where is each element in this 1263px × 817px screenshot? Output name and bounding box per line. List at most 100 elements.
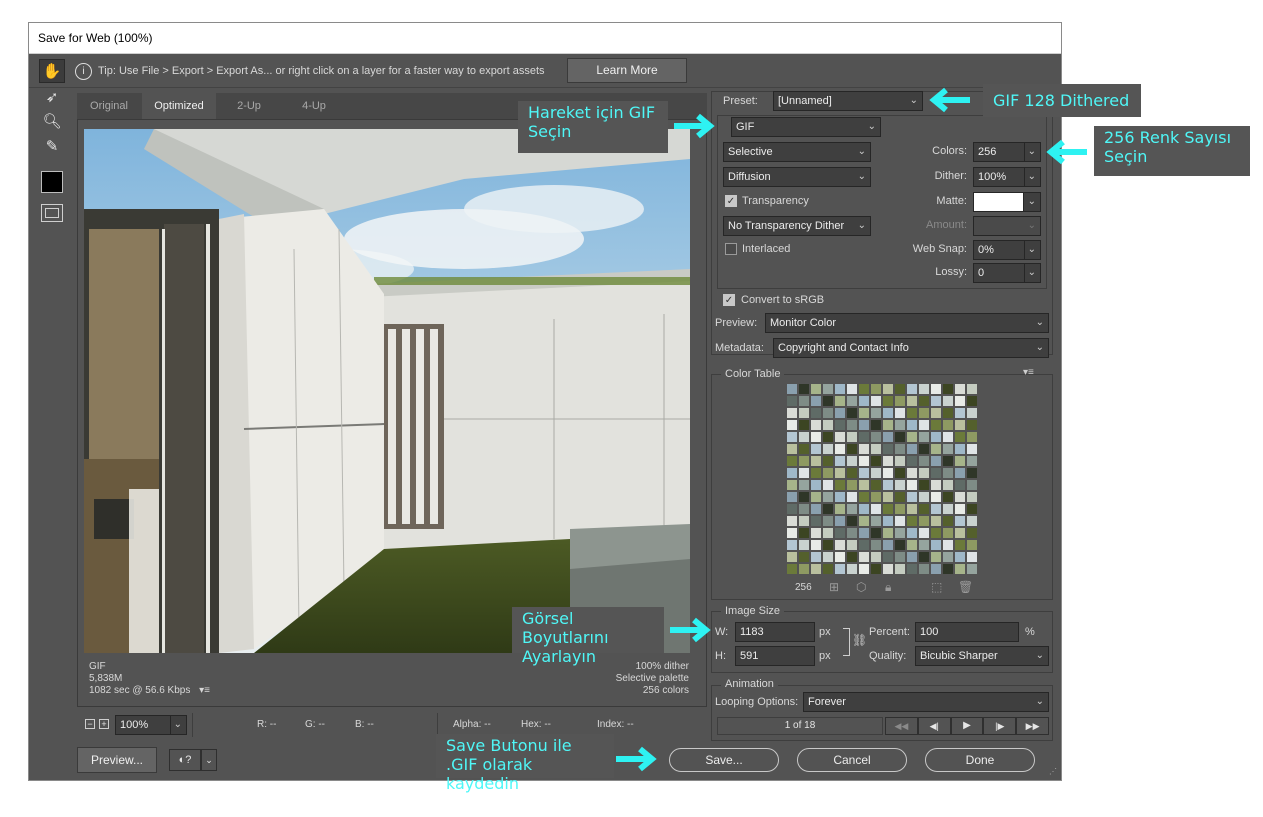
color-swatch[interactable] xyxy=(955,384,965,394)
color-swatch[interactable] xyxy=(895,456,905,466)
color-swatch[interactable] xyxy=(931,516,941,526)
zoom-tool-icon[interactable]: 🔍︎ xyxy=(40,110,64,132)
color-swatch[interactable] xyxy=(943,444,953,454)
color-swatch[interactable] xyxy=(919,480,929,490)
color-swatch[interactable] xyxy=(823,420,833,430)
color-swatch[interactable] xyxy=(823,516,833,526)
color-swatch[interactable] xyxy=(919,396,929,406)
color-swatch[interactable] xyxy=(907,504,917,514)
color-swatch[interactable] xyxy=(847,516,857,526)
color-swatch[interactable] xyxy=(811,396,821,406)
color-swatch[interactable] xyxy=(967,396,977,406)
zoom-in-icon[interactable]: + xyxy=(99,719,109,729)
color-swatch[interactable] xyxy=(943,552,953,562)
color-swatch[interactable] xyxy=(919,504,929,514)
play-icon[interactable]: ▶ xyxy=(950,717,984,735)
color-swatch[interactable] xyxy=(859,420,869,430)
color-swatch[interactable] xyxy=(835,516,845,526)
color-swatch[interactable] xyxy=(823,480,833,490)
color-swatch[interactable] xyxy=(955,540,965,550)
color-table-grid[interactable] xyxy=(787,384,979,576)
color-swatch[interactable] xyxy=(955,432,965,442)
transparency-checkbox[interactable]: ✓ xyxy=(725,195,737,207)
color-swatch[interactable] xyxy=(895,540,905,550)
color-swatch[interactable] xyxy=(883,396,893,406)
metadata-select[interactable]: Copyright and Contact Info ⌄ xyxy=(773,338,1049,358)
color-swatch[interactable] xyxy=(847,456,857,466)
color-swatch[interactable] xyxy=(799,552,809,562)
color-swatch[interactable] xyxy=(931,396,941,406)
color-swatch[interactable] xyxy=(871,540,881,550)
tab-2-up[interactable]: 2-Up xyxy=(217,93,281,119)
color-swatch[interactable] xyxy=(871,528,881,538)
color-swatch[interactable] xyxy=(859,468,869,478)
color-swatch[interactable] xyxy=(907,456,917,466)
color-swatch[interactable] xyxy=(919,420,929,430)
color-swatch[interactable] xyxy=(859,540,869,550)
color-swatch[interactable] xyxy=(859,564,869,574)
color-swatch[interactable] xyxy=(943,432,953,442)
web-shift-icon[interactable]: ⬡ xyxy=(856,580,866,594)
optimized-image-preview[interactable] xyxy=(84,129,690,653)
color-swatch[interactable] xyxy=(847,528,857,538)
color-swatch[interactable] xyxy=(847,564,857,574)
color-swatch[interactable] xyxy=(871,456,881,466)
color-swatch[interactable] xyxy=(895,564,905,574)
slice-select-tool-icon[interactable]: ➶ xyxy=(40,86,64,108)
color-swatch[interactable] xyxy=(967,456,977,466)
color-swatch[interactable] xyxy=(823,564,833,574)
color-swatch[interactable] xyxy=(907,564,917,574)
color-swatch[interactable] xyxy=(811,564,821,574)
color-swatch[interactable] xyxy=(907,420,917,430)
color-swatch[interactable] xyxy=(787,396,797,406)
color-swatch[interactable] xyxy=(835,480,845,490)
color-swatch[interactable] xyxy=(943,408,953,418)
color-swatch[interactable] xyxy=(799,432,809,442)
color-swatch[interactable] xyxy=(787,552,797,562)
color-swatch[interactable] xyxy=(931,468,941,478)
color-swatch[interactable] xyxy=(871,468,881,478)
color-swatch[interactable] xyxy=(895,396,905,406)
color-swatch[interactable] xyxy=(811,384,821,394)
color-swatch[interactable] xyxy=(871,552,881,562)
color-swatch[interactable] xyxy=(847,504,857,514)
color-swatch[interactable] xyxy=(859,456,869,466)
color-swatch[interactable] xyxy=(931,564,941,574)
color-swatch[interactable] xyxy=(967,504,977,514)
color-swatch[interactable] xyxy=(931,552,941,562)
color-swatch[interactable] xyxy=(931,384,941,394)
color-swatch[interactable] xyxy=(895,468,905,478)
convert-srgb-checkbox[interactable]: ✓ xyxy=(723,294,735,306)
color-swatch[interactable] xyxy=(859,408,869,418)
color-swatch[interactable] xyxy=(943,540,953,550)
color-swatch[interactable] xyxy=(907,384,917,394)
color-swatch[interactable] xyxy=(847,420,857,430)
color-swatch[interactable] xyxy=(931,432,941,442)
color-swatch[interactable] xyxy=(883,420,893,430)
color-swatch[interactable] xyxy=(943,492,953,502)
color-swatch[interactable] xyxy=(943,480,953,490)
color-swatch[interactable] xyxy=(811,480,821,490)
color-swatch[interactable] xyxy=(919,552,929,562)
color-swatch[interactable] xyxy=(895,492,905,502)
eyedropper-tool-icon[interactable]: ✎ xyxy=(40,135,64,157)
color-swatch[interactable] xyxy=(955,504,965,514)
color-swatch[interactable] xyxy=(883,540,893,550)
color-swatch[interactable] xyxy=(835,384,845,394)
tab-optimized[interactable]: Optimized xyxy=(142,93,216,119)
color-swatch[interactable] xyxy=(835,420,845,430)
color-swatch[interactable] xyxy=(847,396,857,406)
color-swatch[interactable] xyxy=(811,504,821,514)
color-swatch[interactable] xyxy=(871,480,881,490)
color-swatch[interactable] xyxy=(859,444,869,454)
color-swatch[interactable] xyxy=(787,480,797,490)
color-swatch[interactable] xyxy=(883,552,893,562)
color-swatch[interactable] xyxy=(919,432,929,442)
color-swatch[interactable] xyxy=(811,432,821,442)
color-swatch[interactable] xyxy=(799,396,809,406)
color-swatch[interactable] xyxy=(895,444,905,454)
color-swatch[interactable] xyxy=(907,396,917,406)
color-swatch[interactable] xyxy=(871,384,881,394)
color-swatch[interactable] xyxy=(955,480,965,490)
color-swatch[interactable] xyxy=(859,432,869,442)
